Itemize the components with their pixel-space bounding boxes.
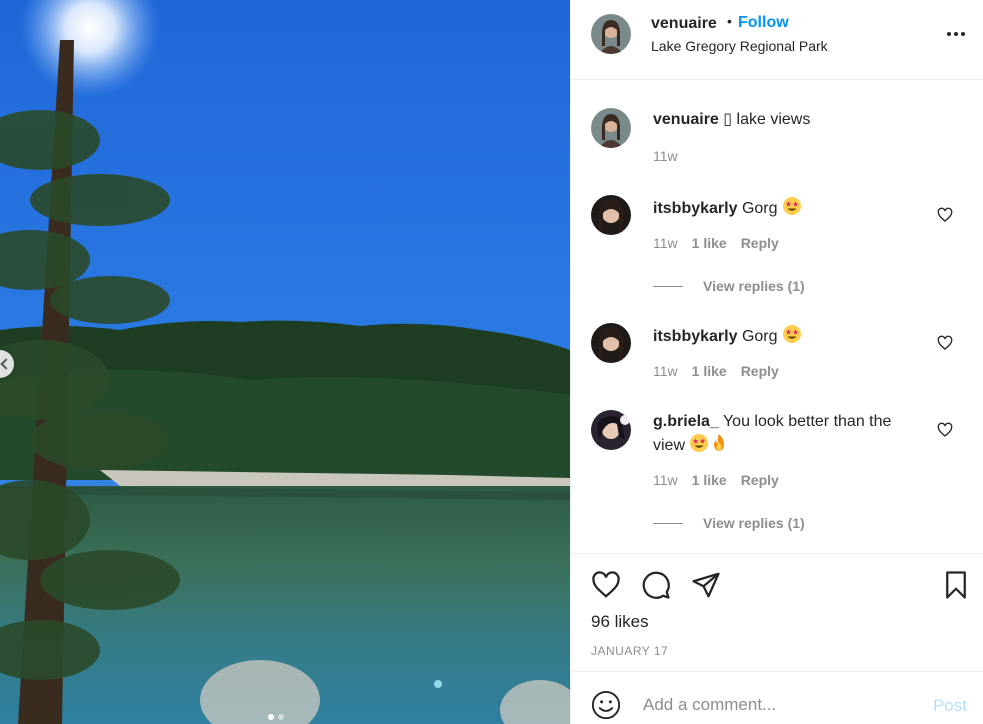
comment-username[interactable]: itsbbykarly — [653, 200, 737, 217]
view-replies-label: View replies (1) — [703, 278, 805, 294]
post-header: venuaire • Follow Lake Gregory Regional … — [571, 0, 983, 80]
more-options-icon[interactable] — [947, 32, 967, 38]
carousel-dot — [268, 714, 274, 720]
post-comment-button[interactable]: Post — [933, 696, 967, 716]
view-replies-button[interactable]: View replies (1) — [653, 278, 805, 294]
avatar[interactable] — [591, 195, 631, 235]
star-struck-emoji-icon — [782, 197, 801, 215]
post-sidebar: venuaire • Follow Lake Gregory Regional … — [570, 0, 983, 724]
star-struck-emoji-icon — [782, 325, 801, 343]
avatar[interactable] — [591, 108, 631, 148]
star-struck-emoji-icon — [690, 434, 709, 452]
caption-username[interactable]: venuaire — [653, 111, 719, 128]
comment-username[interactable]: itsbbykarly — [653, 328, 737, 345]
add-comment-input[interactable] — [641, 694, 905, 716]
timestamp[interactable]: 11w — [653, 472, 678, 488]
comment-meta: 11w 1 like Reply — [653, 235, 779, 251]
view-replies-label: View replies (1) — [703, 515, 805, 531]
separator-dot: • — [727, 13, 732, 29]
timestamp[interactable]: 11w — [653, 363, 678, 379]
like-count[interactable]: 1 like — [692, 235, 727, 251]
comments-list[interactable]: venuaire ▯ lake views 11w itsbbykarly Go… — [571, 80, 983, 552]
add-comment-bar: Post — [571, 671, 983, 724]
avatar[interactable] — [591, 410, 631, 450]
timestamp[interactable]: 11w — [653, 148, 678, 164]
username[interactable]: venuaire — [651, 15, 717, 33]
comment-text: g.briela_ You look better than the view — [653, 411, 923, 457]
post-photo[interactable] — [0, 0, 570, 724]
caption-text: venuaire ▯ lake views — [653, 109, 923, 131]
comment-body: Gorg — [741, 328, 778, 345]
heart-icon[interactable] — [937, 207, 953, 223]
timestamp[interactable]: 11w — [653, 235, 678, 251]
comment-text: itsbbykarly Gorg — [653, 324, 923, 348]
comment-meta: 11w 1 like Reply — [653, 472, 779, 488]
reply-button[interactable]: Reply — [741, 235, 779, 251]
carousel-indicator — [268, 714, 284, 720]
heart-icon[interactable] — [937, 335, 953, 351]
save-bookmark-icon[interactable] — [941, 570, 971, 600]
reply-button[interactable]: Reply — [741, 472, 779, 488]
share-paper-plane-icon[interactable] — [691, 570, 721, 600]
comment-icon[interactable] — [641, 570, 671, 600]
carousel-dot — [278, 714, 284, 720]
caption-body: lake views — [736, 111, 811, 128]
comment-text: itsbbykarly Gorg — [653, 196, 923, 220]
like-count[interactable]: 1 like — [692, 363, 727, 379]
fire-emoji-icon — [714, 434, 725, 451]
avatar[interactable] — [591, 323, 631, 363]
comment-username[interactable]: g.briela_ — [653, 413, 719, 430]
view-replies-button[interactable]: View replies (1) — [653, 515, 805, 531]
post-date[interactable]: JANUARY 17 — [591, 644, 668, 658]
reply-button[interactable]: Reply — [741, 363, 779, 379]
comment-meta: 11w 1 like Reply — [653, 363, 779, 379]
caption-emoji: ▯ — [723, 111, 733, 128]
location-link[interactable]: Lake Gregory Regional Park — [651, 38, 828, 54]
follow-button[interactable]: Follow — [738, 14, 789, 32]
divider-line — [653, 285, 683, 287]
avatar[interactable] — [591, 14, 631, 54]
comment-body: Gorg — [741, 200, 778, 217]
caption-meta: 11w — [653, 148, 678, 164]
action-bar: 96 likes JANUARY 17 — [571, 553, 983, 671]
emoji-smiley-icon[interactable] — [591, 690, 621, 720]
like-count[interactable]: 1 like — [692, 472, 727, 488]
heart-icon[interactable] — [937, 422, 953, 438]
lake-scene-image — [0, 0, 570, 724]
like-heart-icon[interactable] — [591, 570, 621, 600]
likes-count[interactable]: 96 likes — [591, 612, 649, 632]
divider-line — [653, 522, 683, 524]
instagram-post: venuaire • Follow Lake Gregory Regional … — [0, 0, 983, 724]
